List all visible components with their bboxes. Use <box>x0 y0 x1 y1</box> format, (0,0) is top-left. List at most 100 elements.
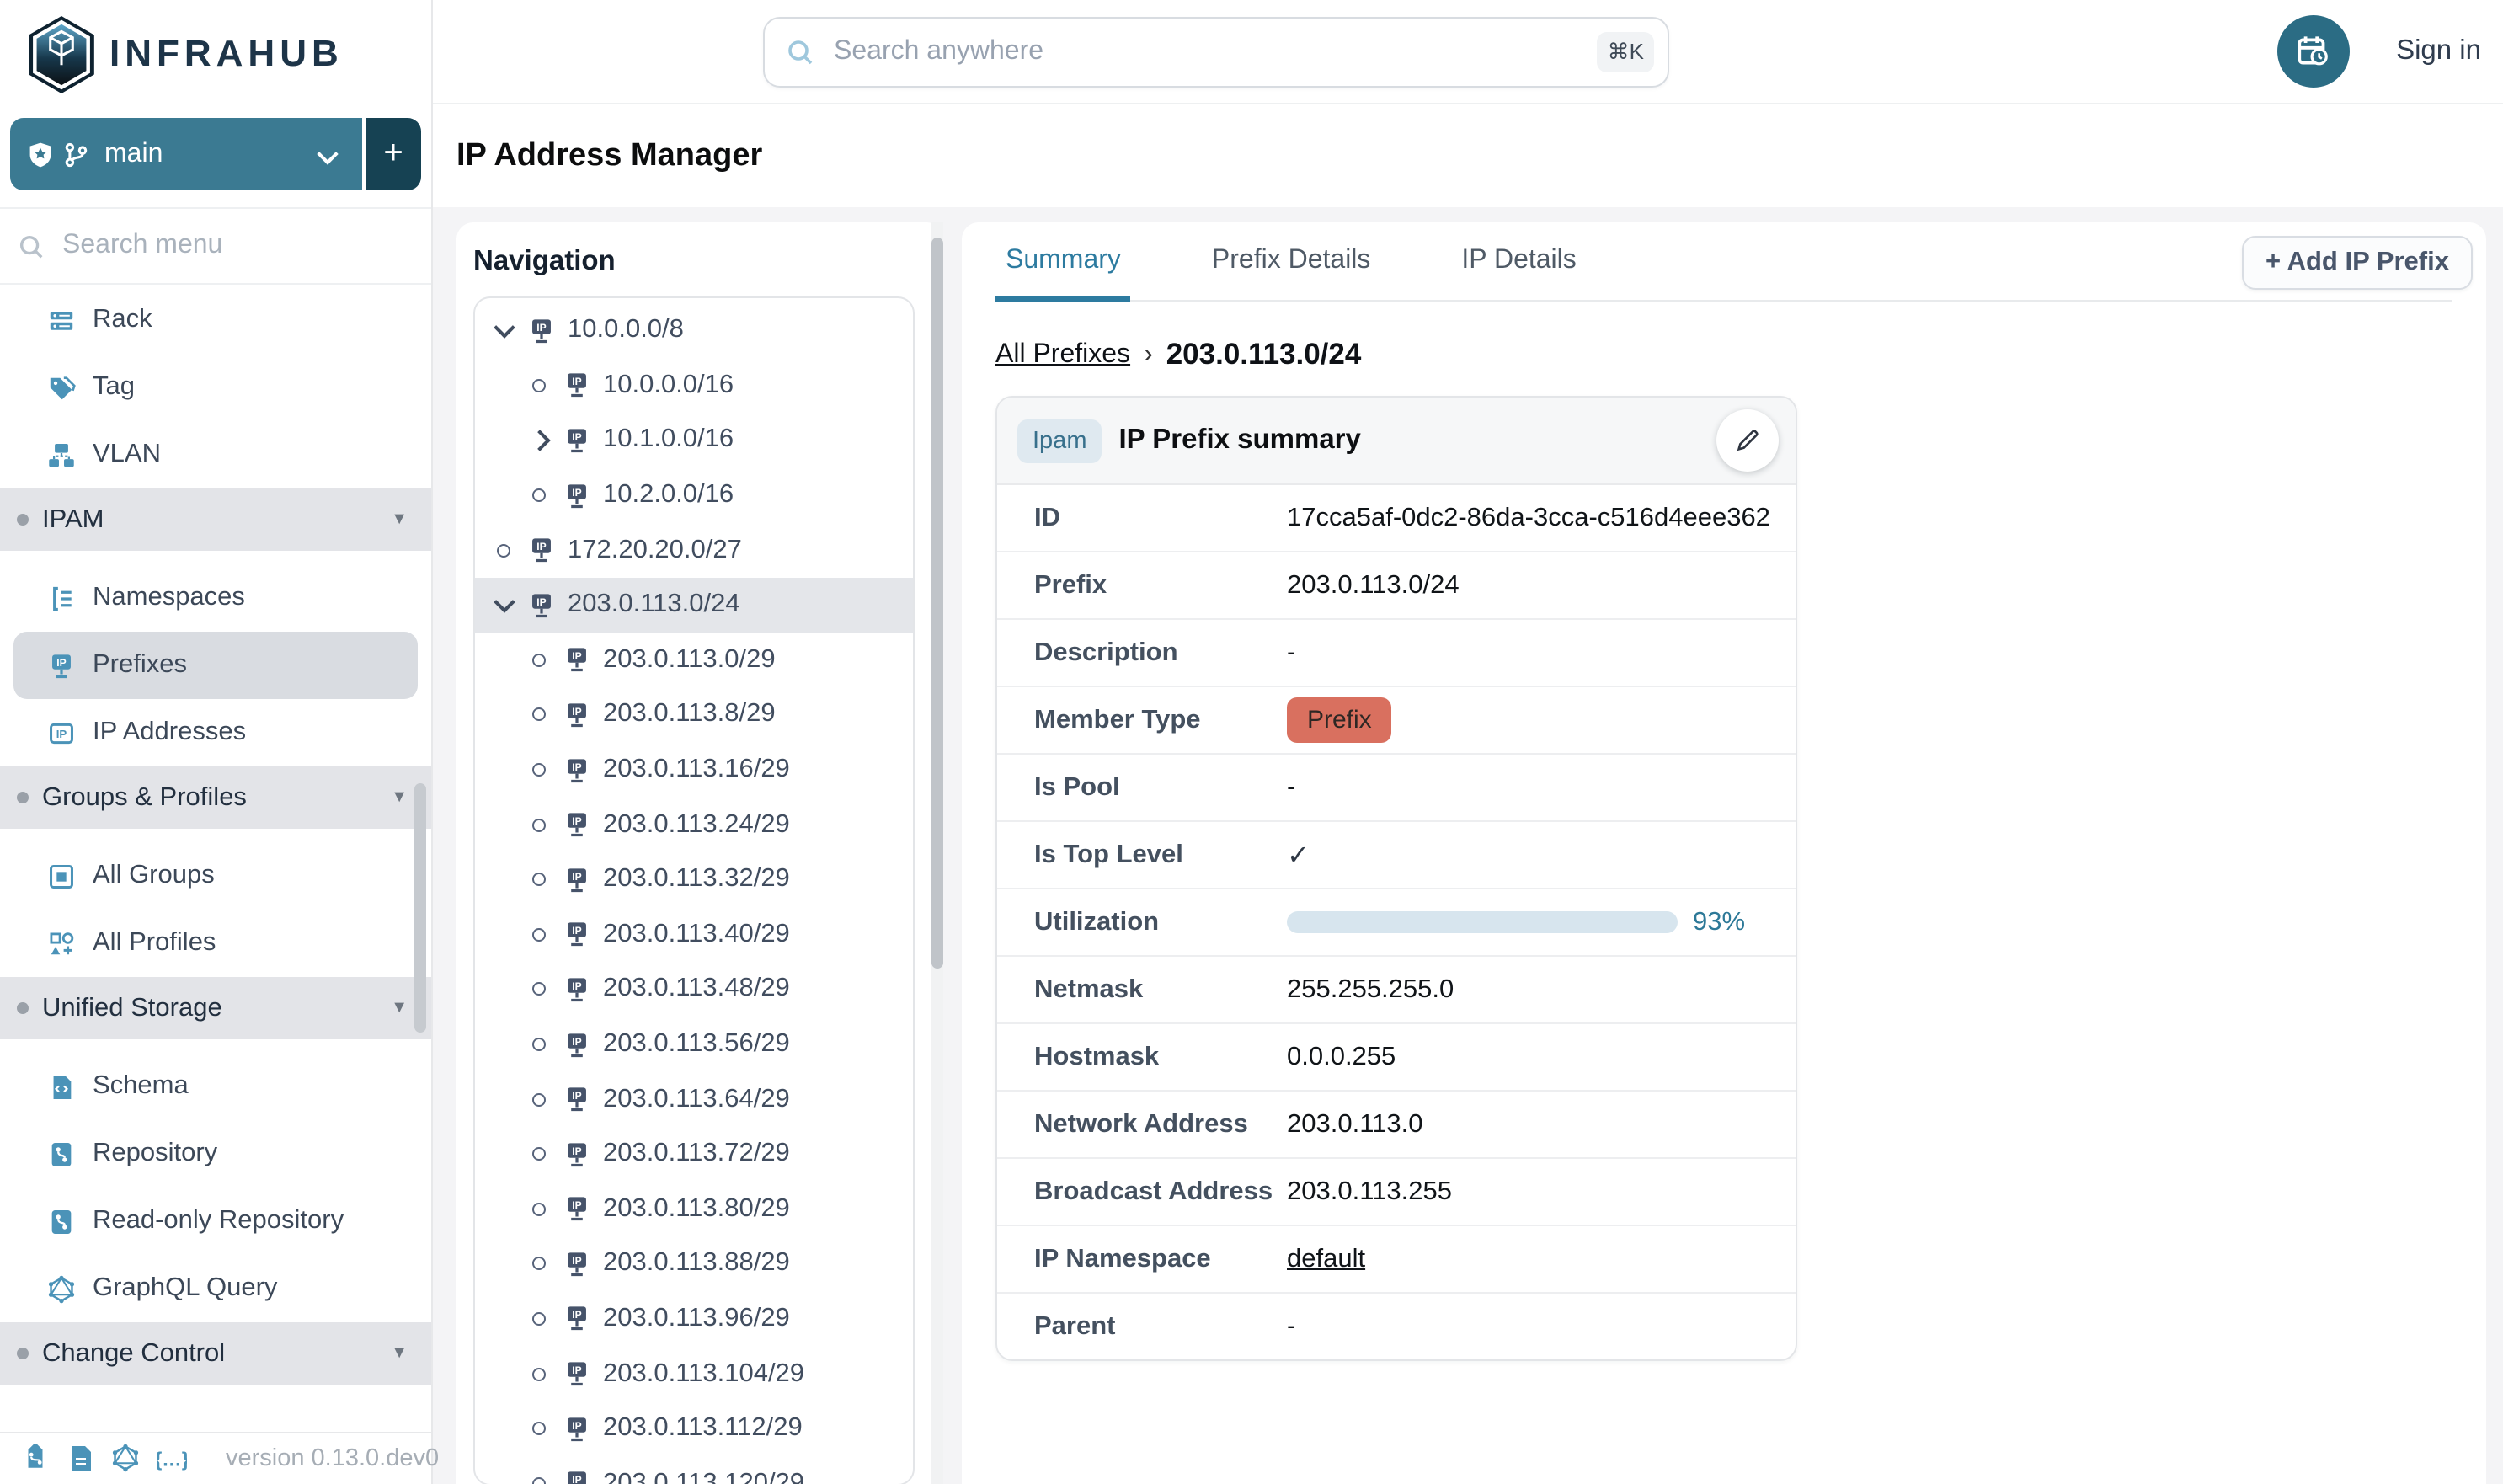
namespace-link[interactable]: default <box>1287 1244 1365 1274</box>
svg-text:IP: IP <box>572 1145 581 1156</box>
git-branch-icon <box>62 141 89 168</box>
tab-prefix-details[interactable]: Prefix Details <box>1202 246 1381 302</box>
sidebar: INFRAHUB main + <box>0 0 433 1484</box>
sidebar-item-read-only-repository[interactable]: Read-only Repository <box>0 1188 431 1255</box>
tree-node-label: 203.0.113.48/29 <box>603 974 790 1005</box>
detail-label: ID <box>1034 503 1287 533</box>
sidebar-search-input[interactable] <box>59 229 414 263</box>
detail-row-ip-namespace: IP Namespace default <box>997 1226 1796 1294</box>
breadcrumb-link-all-prefixes[interactable]: All Prefixes <box>995 339 1130 370</box>
tree-node[interactable]: IP 10.2.0.0/16 <box>475 468 913 523</box>
detail-row-broadcast-address: Broadcast Address 203.0.113.255 <box>997 1159 1796 1226</box>
tree-node[interactable]: IP 203.0.113.72/29 <box>475 1127 913 1182</box>
add-branch-button[interactable]: + <box>366 118 421 190</box>
sidebar-item-rack[interactable]: Rack <box>0 286 431 354</box>
tree-node[interactable]: IP 203.0.113.8/29 <box>475 687 913 742</box>
ip-prefix-icon: IP <box>563 481 591 510</box>
current-branch-name: main <box>104 139 163 169</box>
sidebar-section-ipam[interactable]: IPAM ▼ <box>0 488 431 551</box>
leaf-dot-icon <box>527 1092 551 1106</box>
chevron-right-icon[interactable] <box>527 433 551 448</box>
svg-text:IP: IP <box>572 1419 581 1431</box>
tree-node[interactable]: IP 203.0.113.24/29 <box>475 798 913 852</box>
tree-node[interactable]: IP 203.0.113.96/29 <box>475 1291 913 1346</box>
leaf-dot-icon <box>527 1477 551 1484</box>
chevron-down-icon: ▼ <box>391 510 408 529</box>
sidebar-item-tag[interactable]: Tag <box>0 354 431 421</box>
tree-node[interactable]: IP 203.0.113.32/29 <box>475 852 913 907</box>
ip-prefix-icon: IP <box>527 317 556 345</box>
sidebar-section-change-control[interactable]: Change Control ▼ <box>0 1322 431 1385</box>
tree-node[interactable]: IP 203.0.113.88/29 <box>475 1236 913 1291</box>
tree-node[interactable]: IP 203.0.113.0/24 <box>475 578 913 633</box>
graphql-icon[interactable] <box>111 1444 141 1474</box>
sidebar-item-schema[interactable]: Schema <box>0 1053 431 1120</box>
sidebar-item-all-profiles[interactable]: All Profiles <box>0 910 431 977</box>
tree-node[interactable]: IP 203.0.113.64/29 <box>475 1072 913 1127</box>
tree-node[interactable]: IP 203.0.113.16/29 <box>475 743 913 798</box>
add-ip-prefix-button[interactable]: + Add IP Prefix <box>2242 236 2473 290</box>
sidebar-section-unified-storage[interactable]: Unified Storage ▼ <box>0 977 431 1039</box>
tab-ip-details[interactable]: IP Details <box>1451 246 1586 302</box>
leaf-dot-icon <box>527 763 551 777</box>
leaf-dot-icon <box>527 1367 551 1380</box>
docs-icon[interactable] <box>66 1444 96 1474</box>
tree-node[interactable]: IP 203.0.113.48/29 <box>475 962 913 1017</box>
detail-value-text: 0.0.0.255 <box>1287 1042 1396 1072</box>
tree-node[interactable]: IP 203.0.113.112/29 <box>475 1401 913 1456</box>
sidebar-item-ip-addresses[interactable]: IP IP Addresses <box>0 699 431 766</box>
detail-value-text: 17cca5af-0dc2-86da-3cca-c516d4eee362 <box>1287 503 1770 533</box>
sidebar-scrollbar[interactable] <box>414 783 426 1033</box>
card-title: IP Prefix summary <box>1119 424 1361 456</box>
detail-label: Hostmask <box>1034 1042 1287 1072</box>
chevron-down-icon[interactable] <box>492 601 515 611</box>
leaf-dot-icon <box>527 873 551 886</box>
detail-value-text: - <box>1287 772 1295 803</box>
tree-node[interactable]: IP 10.0.0.0/16 <box>475 358 913 413</box>
tree-node[interactable]: IP 10.1.0.0/16 <box>475 413 913 467</box>
tree-node[interactable]: IP 203.0.113.56/29 <box>475 1017 913 1071</box>
tree-node[interactable]: IP 203.0.113.0/29 <box>475 633 913 687</box>
tree-node-label: 203.0.113.0/24 <box>568 590 740 621</box>
tree-node-label: 10.1.0.0/16 <box>603 425 734 456</box>
tree-node[interactable]: IP 203.0.113.40/29 <box>475 907 913 962</box>
sidebar-item-all-groups[interactable]: All Groups <box>0 842 431 910</box>
time-travel-button[interactable] <box>2276 15 2349 88</box>
utilization-bar <box>1287 911 1678 933</box>
sidebar-item-vlan[interactable]: VLAN <box>0 421 431 488</box>
topbar: ⌘K Sign in <box>433 0 2503 104</box>
section-label: IPAM <box>42 504 104 535</box>
global-search-input[interactable] <box>830 35 1582 69</box>
section-label: Change Control <box>42 1338 225 1369</box>
sidebar-item-graphql-query[interactable]: GraphQL Query <box>0 1255 431 1322</box>
detail-label: Description <box>1034 638 1287 668</box>
app-root: INFRAHUB main + <box>0 0 2503 1484</box>
tree-node-label: 203.0.113.72/29 <box>603 1139 790 1169</box>
edit-button[interactable] <box>1716 409 1779 472</box>
tab-summary[interactable]: Summary <box>995 246 1131 302</box>
ip-prefix-icon: IP <box>563 371 591 400</box>
svg-text:IP: IP <box>536 541 546 552</box>
chevron-down-icon[interactable] <box>492 326 515 336</box>
swagger-icon[interactable]: {…} <box>157 1444 187 1474</box>
svg-text:IP: IP <box>572 1199 581 1211</box>
tree-node[interactable]: IP 203.0.113.80/29 <box>475 1182 913 1236</box>
tree-node[interactable]: IP 10.0.0.0/8 <box>475 303 913 358</box>
sidebar-section-groups-profiles[interactable]: Groups & Profiles ▼ <box>0 766 431 829</box>
prefix-summary-card: Ipam IP Prefix summary ID 17cca5af-0dc2-… <box>995 396 1797 1361</box>
branch-selector[interactable]: main <box>10 118 362 190</box>
nav-panel-scrollbar-thumb[interactable] <box>931 238 943 969</box>
rack-icon <box>47 306 76 334</box>
ip-prefix-icon: IP <box>563 1195 591 1224</box>
tree-node[interactable]: IP 203.0.113.104/29 <box>475 1347 913 1401</box>
sidebar-item-repository[interactable]: Repository <box>0 1120 431 1188</box>
sign-in-button[interactable]: Sign in <box>2396 35 2481 67</box>
tree-node[interactable]: IP 203.0.113.120/29 <box>475 1456 913 1484</box>
git-branch-icon[interactable] <box>20 1444 51 1474</box>
sidebar-item-namespaces[interactable]: Namespaces <box>0 564 431 632</box>
tree-node-label: 203.0.113.24/29 <box>603 809 790 840</box>
tree-node[interactable]: IP 172.20.20.0/27 <box>475 523 913 578</box>
checkmark-icon: ✓ <box>1287 838 1310 872</box>
sidebar-item-prefixes[interactable]: IP Prefixes <box>13 632 418 699</box>
calendar-clock-icon <box>2293 32 2332 71</box>
